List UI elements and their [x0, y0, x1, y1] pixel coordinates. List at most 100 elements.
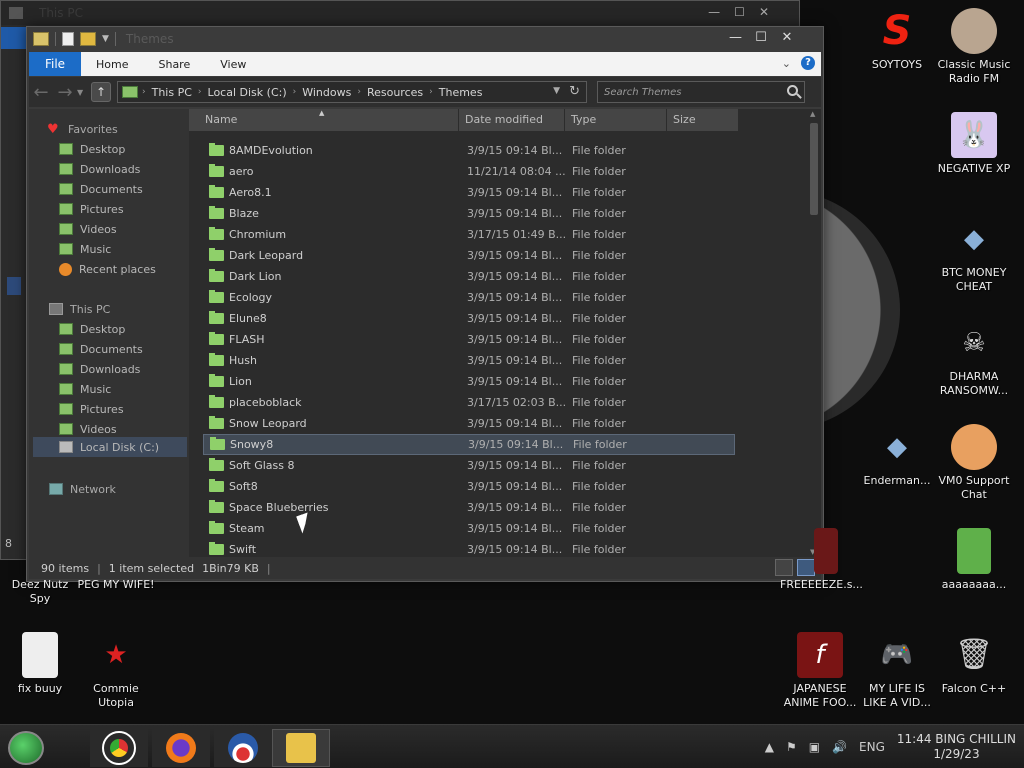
tab-share[interactable]: Share — [143, 58, 205, 71]
desktop-icon-falcon[interactable]: 🗑 Falcon C++ — [934, 632, 1014, 696]
table-row[interactable]: Swift 3/9/15 09:14 Bl... File folder — [203, 539, 735, 557]
desktop-icon-commie[interactable]: ★ Commie Utopia — [76, 632, 156, 710]
new-folder-icon[interactable] — [80, 32, 96, 46]
taskbar-chrome[interactable] — [90, 729, 148, 767]
file-tab[interactable]: File — [29, 52, 81, 76]
table-row[interactable]: aero 11/21/14 08:04 ... File folder — [203, 161, 735, 182]
nav-pc-pictures[interactable]: Pictures — [59, 399, 124, 419]
breadcrumb-resources[interactable]: Resources — [367, 86, 423, 99]
forward-arrow-icon[interactable]: → — [53, 82, 77, 103]
breadcrumb-this-pc[interactable]: This PC — [152, 86, 192, 99]
nav-pc-music[interactable]: Music — [59, 379, 111, 399]
back-arrow-icon[interactable]: ← — [29, 82, 53, 103]
help-icon[interactable]: ? — [801, 56, 815, 70]
table-row[interactable]: Hush 3/9/15 09:14 Bl... File folder — [203, 350, 735, 371]
vertical-scrollbar[interactable]: ▲ ▼ — [807, 109, 821, 557]
table-row[interactable]: Blaze 3/9/15 09:14 Bl... File folder — [203, 203, 735, 224]
search-icon[interactable] — [787, 85, 798, 96]
start-button[interactable] — [8, 731, 44, 765]
table-row[interactable]: Snowy8 3/9/15 09:14 Bl... File folder — [203, 434, 735, 455]
nav-pc-local-disk[interactable]: Local Disk (C:) — [33, 437, 187, 457]
crumb-chevron-icon[interactable]: › — [357, 87, 361, 97]
background-file-tab[interactable] — [1, 27, 29, 49]
tab-home[interactable]: Home — [81, 58, 143, 71]
desktop-icon-fix[interactable]: fix buuy — [0, 632, 80, 696]
scrollbar-thumb[interactable] — [810, 123, 818, 215]
search-input[interactable] — [598, 82, 778, 102]
expand-ribbon-chevron-icon[interactable]: ⌄ — [782, 57, 791, 70]
table-row[interactable]: Steam 3/9/15 09:14 Bl... File folder — [203, 518, 735, 539]
table-row[interactable]: Chromium 3/17/15 01:49 B... File folder — [203, 224, 735, 245]
explorer-window[interactable]: ▼ Themes — ☐ ✕ File Home Share View ⌄ ? … — [26, 26, 824, 582]
clock[interactable]: 11:44 BING CHILLIN 1/29/23 — [897, 732, 1016, 762]
column-date-modified[interactable]: Date modified — [459, 109, 565, 131]
desktop-icon-classic-music[interactable]: Classic Music Radio FM — [934, 8, 1014, 86]
nav-fav-desktop[interactable]: Desktop — [59, 139, 125, 159]
nav-network[interactable]: Network — [49, 479, 116, 499]
crumb-chevron-icon[interactable]: › — [429, 87, 433, 97]
desktop-icon-btc[interactable]: ◆ BTC MONEY CHEAT — [934, 216, 1014, 294]
desktop-icon-japanese[interactable]: f JAPANESE ANIME FOO... — [780, 632, 860, 710]
taskbar-obama[interactable] — [214, 729, 272, 767]
network-tray-icon[interactable]: ▣ — [809, 740, 820, 754]
nav-fav-pictures[interactable]: Pictures — [59, 199, 124, 219]
table-row[interactable]: Dark Leopard 3/9/15 09:14 Bl... File folde… — [203, 245, 735, 266]
taskbar-file-explorer[interactable] — [272, 729, 330, 767]
breadcrumb-windows[interactable]: Windows — [302, 86, 351, 99]
properties-icon[interactable] — [62, 32, 74, 46]
nav-fav-downloads[interactable]: Downloads — [59, 159, 140, 179]
nav-pc-downloads[interactable]: Downloads — [59, 359, 140, 379]
desktop-icon-vm0[interactable]: VM0 Support Chat — [934, 424, 1014, 502]
crumb-chevron-icon[interactable]: › — [293, 87, 297, 97]
breadcrumb-themes[interactable]: Themes — [439, 86, 483, 99]
column-size[interactable]: Size — [667, 109, 739, 131]
window-titlebar[interactable]: ▼ Themes — [27, 27, 823, 51]
background-close-button[interactable]: ✕ — [759, 5, 769, 19]
address-bar[interactable]: › This PC › Local Disk (C:) › Windows › … — [117, 81, 587, 103]
address-dropdown-icon[interactable]: ▼ — [553, 86, 560, 96]
nav-fav-videos[interactable]: Videos — [59, 219, 117, 239]
nav-fav-documents[interactable]: Documents — [59, 179, 143, 199]
breadcrumb-local-disk[interactable]: Local Disk (C:) — [208, 86, 287, 99]
desktop-icon-deez[interactable]: Deez Nutz Spy — [0, 578, 80, 606]
table-row[interactable]: Ecology 3/9/15 09:14 Bl... File folder — [203, 287, 735, 308]
refresh-icon[interactable]: ↻ — [569, 84, 580, 99]
nav-pc-documents[interactable]: Documents — [59, 339, 143, 359]
table-row[interactable]: Dark Lion 3/9/15 09:14 Bl... File folder — [203, 266, 735, 287]
close-button[interactable]: ✕ — [781, 30, 793, 45]
desktop-icon-soytoys[interactable]: S SOYTOYS — [857, 8, 937, 72]
up-arrow-button[interactable]: ↑ — [91, 82, 111, 102]
desktop-icon-freeze[interactable]: FREEEEEZE.s... — [780, 528, 863, 592]
table-row[interactable]: Soft Glass 8 3/9/15 09:14 Bl... File folde… — [203, 455, 735, 476]
table-row[interactable]: Aero8.1 3/9/15 09:14 Bl... File folder — [203, 182, 735, 203]
column-name[interactable]: ▲ Name — [189, 109, 459, 131]
column-type[interactable]: Type — [565, 109, 667, 131]
background-minimize-button[interactable]: — — [708, 5, 720, 19]
taskbar-firefox[interactable] — [152, 729, 210, 767]
nav-fav-music[interactable]: Music — [59, 239, 111, 259]
tab-view[interactable]: View — [205, 58, 261, 71]
volume-icon[interactable]: 🔊 — [832, 740, 847, 754]
minimize-button[interactable]: — — [729, 30, 742, 45]
nav-pc-desktop[interactable]: Desktop — [59, 319, 125, 339]
table-row[interactable]: Lion 3/9/15 09:14 Bl... File folder — [203, 371, 735, 392]
nav-fav-recent[interactable]: Recent places — [59, 259, 156, 279]
nav-this-pc[interactable]: This PC — [49, 299, 110, 319]
scroll-up-icon[interactable]: ▲ — [810, 110, 815, 118]
crumb-chevron-icon[interactable]: › — [198, 87, 202, 97]
table-row[interactable]: 8AMDEvolution 3/9/15 09:14 Bl... File fold… — [203, 140, 735, 161]
maximize-button[interactable]: ☐ — [755, 30, 767, 45]
desktop-icon-negative-xp[interactable]: 🐰 NEGATIVE XP — [934, 112, 1014, 176]
quick-access-dropdown-icon[interactable]: ▼ — [102, 34, 109, 44]
language-indicator[interactable]: ENG — [859, 740, 885, 754]
table-row[interactable]: Snow Leopard 3/9/15 09:14 Bl... File folde… — [203, 413, 735, 434]
table-row[interactable]: Elune8 3/9/15 09:14 Bl... File folder — [203, 308, 735, 329]
desktop-icon-peg[interactable]: PEG MY WIFE! — [76, 578, 156, 592]
desktop-icon-dharma[interactable]: ☠ DHARMA RANSOMW... — [934, 320, 1014, 398]
desktop-icon-aaaa[interactable]: aaaaaaaa... — [934, 528, 1014, 592]
table-row[interactable]: placeboblack 3/17/15 02:03 B... File folde… — [203, 392, 735, 413]
background-maximize-button[interactable]: ☐ — [734, 5, 745, 19]
file-list[interactable]: ▲ Name Date modified Type Size 8AMDEvolut… — [189, 109, 807, 557]
search-box[interactable] — [597, 81, 805, 103]
flag-icon[interactable]: ⚑ — [786, 740, 797, 754]
